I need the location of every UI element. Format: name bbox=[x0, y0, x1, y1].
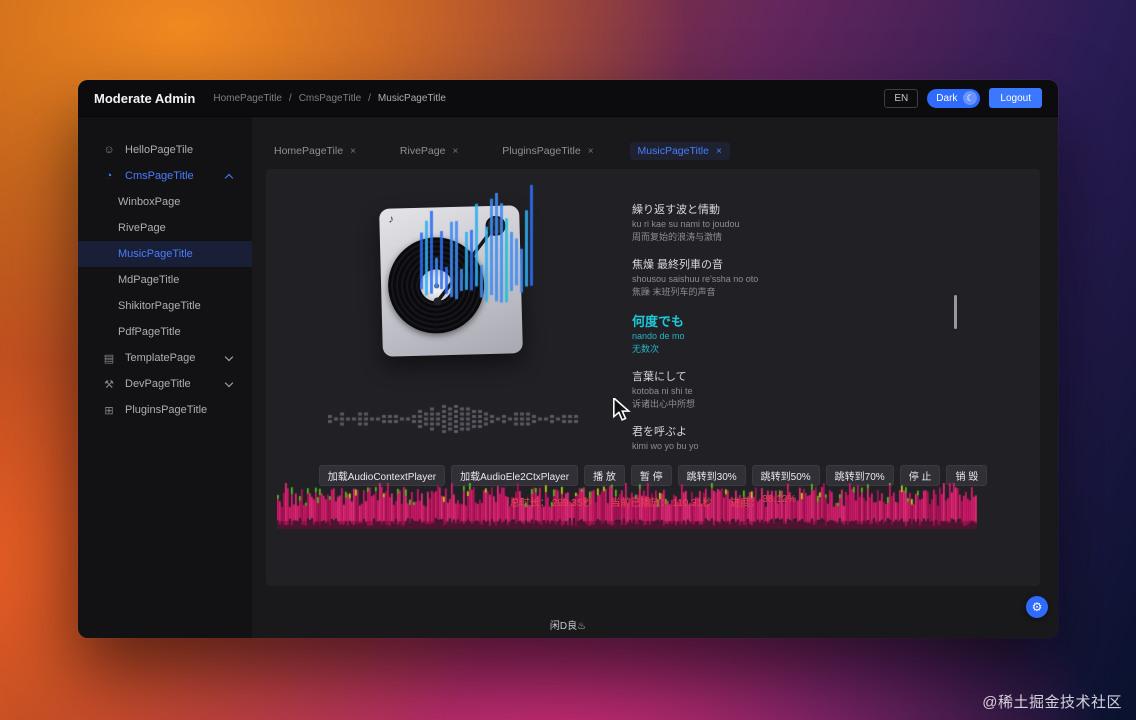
sidebar-item-label: DevPageTitle bbox=[125, 378, 191, 390]
lyric-group: 君を呼ぶよ kimi wo yo bu yo bbox=[632, 425, 962, 453]
hello-icon: ☺ bbox=[103, 144, 115, 156]
progress-percent: 进度： 38.12% bbox=[730, 494, 797, 509]
breadcrumb-item[interactable]: HomePageTitle bbox=[213, 93, 282, 104]
lyric-line-romaji: kimi wo yo bu yo bbox=[632, 441, 699, 451]
lyric-group: 繰り返す波と情動 ku ri kae su nami to joudou 周而复… bbox=[632, 203, 962, 244]
lyric-line-jp: 君を呼ぶよ bbox=[632, 426, 687, 438]
tab-bar: HomePageTile × RivePage × PluginsPageTit… bbox=[252, 139, 1058, 163]
plugins-icon: ⊞ bbox=[104, 404, 114, 417]
lyric-line-jp: 焦燥 最終列車の音 bbox=[632, 259, 724, 271]
sidebar-item-pdfpagetitle[interactable]: PdfPageTitle bbox=[78, 319, 252, 345]
lyric-line-jp: 繰り返す波と情動 bbox=[632, 204, 720, 216]
sidebar-item-templatepage[interactable]: ▤ TemplatePage bbox=[78, 345, 252, 371]
breadcrumb-item: MusicPageTitle bbox=[377, 92, 446, 104]
lyric-line-cn: 无数次 bbox=[632, 344, 660, 354]
settings-gear-button[interactable]: ⚙ bbox=[1026, 596, 1048, 618]
admin-window: Moderate Admin HomePageTitle / CmsPageTi… bbox=[78, 80, 1058, 638]
sidebar-item-label: RivePage bbox=[118, 222, 166, 234]
breadcrumb: HomePageTitle / CmsPageTitle / MusicPage… bbox=[213, 93, 446, 104]
sidebar-item-shikitorpagetitle[interactable]: ShikitorPageTitle bbox=[78, 293, 252, 319]
watermark: @稀土掘金技术社区 bbox=[982, 694, 1122, 711]
breadcrumb-separator: / bbox=[288, 92, 292, 104]
tab-pluginspagetitle[interactable]: PluginsPageTitle × bbox=[494, 142, 601, 160]
sidebar-item-hellopagetile[interactable]: ☺ HelloPageTile bbox=[78, 137, 252, 163]
lyric-line-romaji: shousou saishuu re'ssha no oto bbox=[632, 274, 759, 284]
sidebar-item-label: TemplatePage bbox=[125, 352, 196, 364]
sidebar-item-label: MdPageTitle bbox=[118, 274, 180, 286]
lyric-line-romaji: ku ri kae su nami to joudou bbox=[632, 219, 740, 229]
music-player-panel: ♪ 繰り返す波と情動 ku ri kae su nami to joudou 周… bbox=[266, 169, 1040, 586]
tab-rivepage[interactable]: RivePage × bbox=[392, 142, 466, 160]
sidebar-item-rivepage[interactable]: RivePage bbox=[78, 215, 252, 241]
chevron-down-icon bbox=[224, 378, 234, 388]
tab-label: PluginsPageTitle bbox=[502, 145, 581, 157]
sidebar-item-label: MusicPageTitle bbox=[118, 248, 193, 260]
sidebar-item-cmspagetitle[interactable]: ◔ CmsPageTitle bbox=[78, 163, 252, 189]
audio-spectrum-overlay bbox=[418, 173, 536, 359]
sidebar-item-label: PdfPageTitle bbox=[118, 326, 181, 338]
close-icon[interactable]: × bbox=[452, 146, 458, 157]
sidebar-item-label: PluginsPageTitle bbox=[125, 404, 208, 416]
music-note-icon: ♪ bbox=[388, 213, 395, 226]
theme-toggle-label: Dark bbox=[936, 92, 958, 104]
tab-homepagetile[interactable]: HomePageTile × bbox=[266, 142, 364, 160]
lyric-line-romaji: nando de mo bbox=[632, 331, 685, 341]
window-body: ☺ HelloPageTile ◔ CmsPageTitle WinboxPag… bbox=[78, 117, 1058, 638]
window-header: Moderate Admin HomePageTitle / CmsPageTi… bbox=[78, 80, 1058, 117]
lyric-group-active: 何度でも nando de mo 无数次 bbox=[632, 313, 962, 356]
cms-icon: ◔ bbox=[105, 170, 113, 182]
total-duration: 总时长： 289.35秒 bbox=[509, 498, 593, 509]
close-icon[interactable]: × bbox=[588, 146, 594, 157]
dev-icon: ⚒ bbox=[104, 378, 114, 391]
equalizer-visualization bbox=[328, 401, 580, 437]
sidebar-item-pluginspagetitle[interactable]: ⊞ PluginsPageTitle bbox=[78, 397, 252, 423]
lyric-line-jp: 何度でも bbox=[632, 314, 685, 329]
lyrics-panel: 繰り返す波と情動 ku ri kae su nami to joudou 周而复… bbox=[632, 203, 962, 467]
tab-label: HomePageTile bbox=[274, 145, 344, 157]
tab-label: MusicPageTitle bbox=[637, 145, 709, 157]
sidebar-item-musicpagetitle[interactable]: MusicPageTitle bbox=[78, 241, 252, 267]
gear-icon: ⚙ bbox=[1031, 600, 1043, 614]
sidebar-item-winboxpage[interactable]: WinboxPage bbox=[78, 189, 252, 215]
desktop: Moderate Admin HomePageTitle / CmsPageTi… bbox=[0, 0, 1136, 720]
sidebar-item-label: WinboxPage bbox=[118, 196, 181, 208]
main-area: HomePageTile × RivePage × PluginsPageTit… bbox=[252, 117, 1058, 638]
close-icon[interactable]: × bbox=[350, 146, 356, 157]
sidebar: ☺ HelloPageTile ◔ CmsPageTitle WinboxPag… bbox=[78, 117, 252, 638]
chevron-down-icon bbox=[224, 352, 234, 362]
sidebar-item-label: ShikitorPageTitle bbox=[118, 300, 201, 312]
playback-status: 总时长： 289.35秒 当前已播放： 110.31秒 进度： 38.12% bbox=[266, 494, 1040, 509]
language-button[interactable]: EN bbox=[884, 88, 919, 108]
lyric-line-cn: 焦躁 末班列车的声音 bbox=[632, 287, 716, 297]
window-footer-text: 闲D良♨ bbox=[549, 621, 587, 632]
sidebar-item-label: HelloPageTile bbox=[125, 144, 194, 156]
sidebar-item-label: CmsPageTitle bbox=[125, 170, 194, 182]
close-icon[interactable]: × bbox=[716, 146, 722, 157]
theme-toggle[interactable]: Dark ☾ bbox=[927, 88, 981, 108]
header-actions: EN Dark ☾ Logout bbox=[884, 88, 1042, 108]
breadcrumb-separator: / bbox=[368, 92, 371, 104]
app-title: Moderate Admin bbox=[94, 90, 196, 106]
lyrics-scrollbar[interactable] bbox=[954, 295, 957, 329]
tab-musicpagetitle[interactable]: MusicPageTitle × bbox=[629, 142, 730, 160]
sidebar-item-mdpagetitle[interactable]: MdPageTitle bbox=[78, 267, 252, 293]
lyric-group: 焦燥 最終列車の音 shousou saishuu re'ssha no oto… bbox=[632, 258, 962, 299]
tab-label: RivePage bbox=[399, 145, 446, 157]
played-time: 当前已播放： 110.31秒 bbox=[610, 498, 713, 509]
sidebar-item-devpagetitle[interactable]: ⚒ DevPageTitle bbox=[78, 371, 252, 397]
lyric-group: 言葉にして kotoba ni shi te 诉诸出心中所想 bbox=[632, 370, 962, 411]
logout-button[interactable]: Logout bbox=[989, 88, 1042, 108]
lyric-line-cn: 诉诸出心中所想 bbox=[632, 399, 696, 409]
lyric-line-romaji: kotoba ni shi te bbox=[632, 386, 693, 396]
chevron-up-icon bbox=[224, 173, 234, 182]
template-icon: ▤ bbox=[103, 352, 115, 365]
lyric-line-jp: 言葉にして bbox=[632, 371, 687, 383]
moon-icon: ☾ bbox=[963, 91, 978, 105]
breadcrumb-item[interactable]: CmsPageTitle bbox=[299, 93, 361, 104]
lyric-line-cn: 周而复始的浪涛与激情 bbox=[632, 232, 723, 242]
